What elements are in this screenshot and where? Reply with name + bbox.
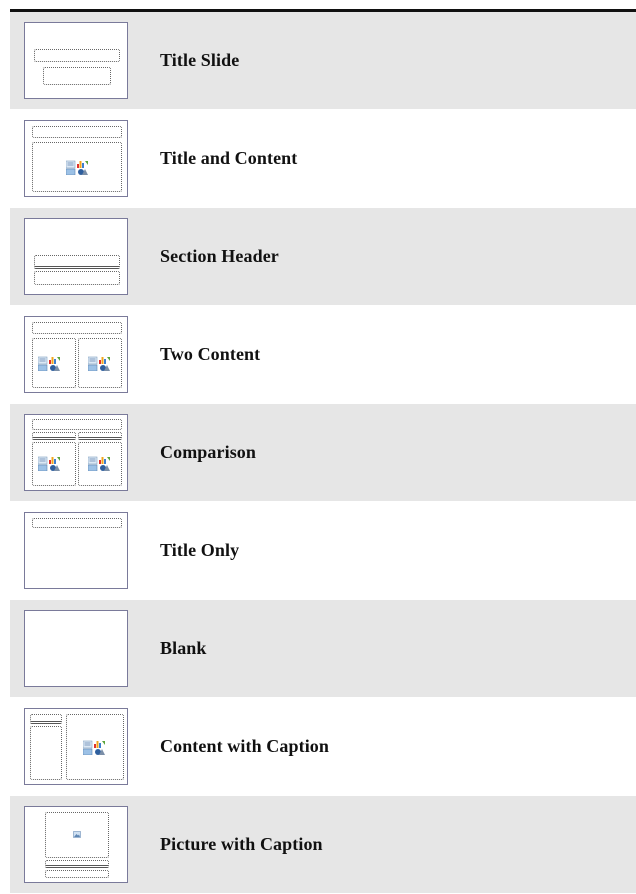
caption-title-placeholder <box>45 860 109 868</box>
subtitle-placeholder <box>43 67 111 85</box>
layout-row-title-and-content[interactable]: Title and Content <box>10 110 636 208</box>
section-text-placeholder <box>34 271 120 285</box>
layout-label: Comparison <box>160 442 257 462</box>
layout-label: Two Content <box>160 344 261 364</box>
layout-label: Title Only <box>160 540 240 560</box>
layout-thumbnail-two-content <box>24 316 128 393</box>
title-placeholder <box>32 126 122 138</box>
content-insert-icon <box>88 456 110 471</box>
layout-thumbnail-title-only <box>24 512 128 589</box>
layout-row-comparison[interactable]: Comparison <box>10 404 636 502</box>
layout-row-section-header[interactable]: Section Header <box>10 208 636 306</box>
layout-thumbnail-section-header <box>24 218 128 295</box>
right-heading-placeholder <box>78 432 122 440</box>
title-placeholder <box>32 518 122 528</box>
layout-label: Blank <box>160 638 207 658</box>
layout-label: Section Header <box>160 246 279 266</box>
caption-title-placeholder <box>30 714 62 724</box>
content-insert-icon <box>88 356 110 371</box>
layout-list: Title Slide Title and Content Section He… <box>10 12 636 894</box>
picture-icon <box>73 831 81 838</box>
section-title-placeholder <box>34 255 120 269</box>
layout-thumbnail-title-and-content <box>24 120 128 197</box>
layout-label: Title Slide <box>160 50 240 70</box>
layout-label: Content with Caption <box>160 736 330 756</box>
layout-row-content-with-caption[interactable]: Content with Caption <box>10 698 636 796</box>
content-insert-icon <box>83 740 105 755</box>
layout-row-two-content[interactable]: Two Content <box>10 306 636 404</box>
title-placeholder <box>32 322 122 334</box>
layout-label: Picture with Caption <box>160 834 323 854</box>
layout-thumbnail-content-with-caption <box>24 708 128 785</box>
layout-thumbnail-blank <box>24 610 128 687</box>
layout-thumbnail-picture-with-caption <box>24 806 128 883</box>
title-placeholder <box>32 419 122 430</box>
layout-row-picture-with-caption[interactable]: Picture with Caption <box>10 796 636 894</box>
layout-row-blank[interactable]: Blank <box>10 600 636 698</box>
layout-label: Title and Content <box>160 148 298 168</box>
caption-text-placeholder <box>45 870 109 878</box>
layout-row-title-only[interactable]: Title Only <box>10 502 636 600</box>
left-heading-placeholder <box>32 432 76 440</box>
caption-text-placeholder <box>30 726 62 780</box>
content-insert-icon <box>38 356 60 371</box>
content-insert-icon <box>38 456 60 471</box>
content-insert-icon <box>66 160 88 175</box>
layout-thumbnail-comparison <box>24 414 128 491</box>
title-placeholder <box>34 49 120 62</box>
layout-row-title-slide[interactable]: Title Slide <box>10 12 636 110</box>
layout-thumbnail-title-slide <box>24 22 128 99</box>
